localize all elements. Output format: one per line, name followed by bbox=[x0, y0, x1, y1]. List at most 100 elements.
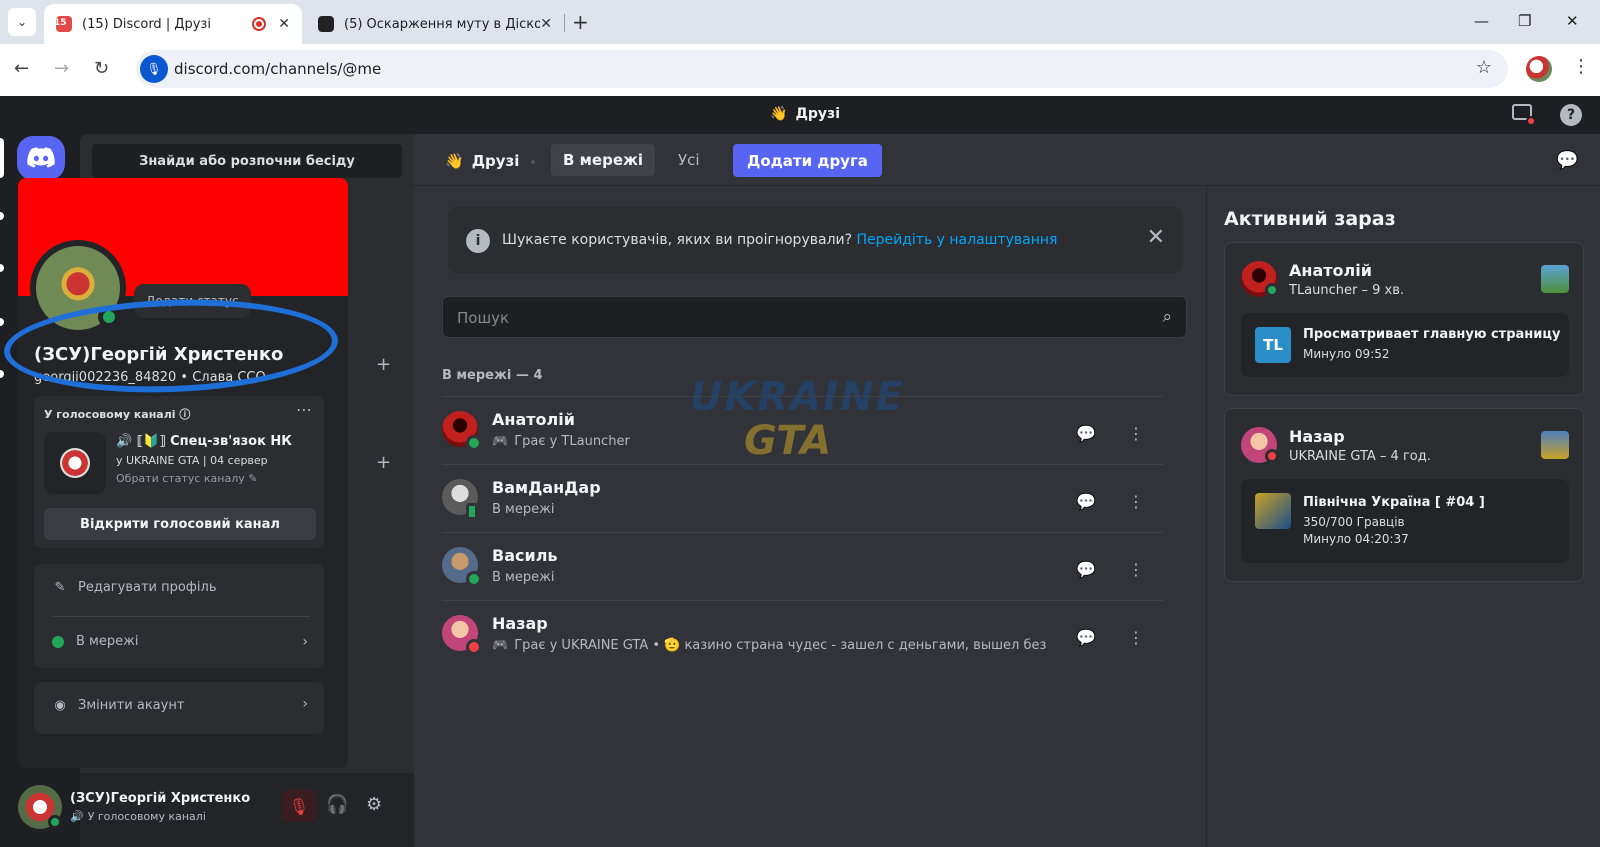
gamepad-icon: 🎮 bbox=[492, 638, 509, 653]
create-dm-plus-icon[interactable]: + bbox=[376, 452, 391, 473]
close-notice-icon[interactable]: ✕ bbox=[1147, 225, 1165, 250]
restore-icon[interactable]: ❐ bbox=[1518, 12, 1531, 30]
edit-profile-item[interactable]: ✎ Редагувати профіль bbox=[52, 580, 217, 595]
online-status-item[interactable]: В мережі bbox=[52, 634, 138, 649]
new-group-dm-icon[interactable]: 💬 bbox=[1556, 150, 1578, 171]
discord-title-bar: 👋 Друзі bbox=[0, 96, 1600, 134]
online-status-dot bbox=[466, 571, 482, 587]
channel-status-hint[interactable]: Обрати статус каналу ✎ bbox=[116, 472, 257, 485]
friend-name: Василь bbox=[492, 546, 558, 565]
forward-icon[interactable]: → bbox=[54, 58, 69, 79]
more-options-icon[interactable]: ⋮ bbox=[1118, 551, 1154, 587]
close-tab-icon[interactable]: ✕ bbox=[278, 16, 290, 32]
message-icon[interactable]: 💬 bbox=[1068, 415, 1104, 451]
find-conversation-button[interactable]: Знайди або розпочни бесіду bbox=[92, 144, 402, 178]
browser-toolbar: ← → ↻ 🎙 discord.com/channels/@me ☆ ⋮ bbox=[0, 44, 1600, 96]
minimize-icon[interactable]: — bbox=[1474, 12, 1489, 30]
browser-tab-bar: ⌄ 15 (15) Discord | Друзі ✕ (5) Оскаржен… bbox=[0, 0, 1600, 44]
online-status-dot bbox=[52, 635, 64, 648]
reload-icon[interactable]: ↻ bbox=[94, 58, 109, 79]
server-icon bbox=[44, 432, 106, 494]
message-icon[interactable]: 💬 bbox=[1068, 619, 1104, 655]
more-options-icon[interactable]: ⋮ bbox=[1118, 415, 1154, 451]
friend-activity: 🎮 Грає у TLauncher bbox=[492, 434, 630, 449]
switch-account-item[interactable]: ◉ Змінити акаунт bbox=[52, 698, 184, 713]
user-settings-gear-icon[interactable]: ⚙ bbox=[366, 794, 382, 815]
browser-profile-avatar[interactable] bbox=[1526, 56, 1552, 82]
bookmark-star-icon[interactable]: ☆ bbox=[1476, 57, 1492, 78]
add-friend-button[interactable]: Додати друга bbox=[733, 144, 882, 177]
settings-link[interactable]: Перейдіть у налаштування bbox=[857, 232, 1058, 248]
notice-text: Шукаєте користувачів, яких ви проігнорув… bbox=[502, 232, 1058, 248]
browser-menu-icon[interactable]: ⋮ bbox=[1572, 56, 1590, 77]
more-options-icon[interactable]: ⋮ bbox=[1118, 483, 1154, 519]
voice-card-heading: У голосовому каналі ⓘ bbox=[44, 408, 191, 421]
message-icon[interactable]: 💬 bbox=[1068, 483, 1104, 519]
activity-players: 350/700 Гравців bbox=[1303, 515, 1405, 529]
tlauncher-icon: TL bbox=[1255, 327, 1291, 363]
browser-tab-video[interactable]: (5) Оскарження муту в Діскорд ✕ bbox=[306, 4, 564, 44]
pencil-icon: ✎ bbox=[54, 580, 66, 595]
activity-detail-line: Просматривает главную страницу bbox=[1303, 327, 1561, 342]
friend-row[interactable]: ВамДанДар В мережі 💬 ⋮ bbox=[442, 464, 1164, 532]
game-icon bbox=[1541, 265, 1569, 293]
recording-indicator-icon bbox=[252, 17, 267, 31]
more-options-icon[interactable]: ⋯ bbox=[296, 400, 312, 419]
discord-favicon-icon: 15 bbox=[54, 16, 72, 32]
close-window-icon[interactable]: ✕ bbox=[1566, 12, 1579, 30]
tab-online[interactable]: В мережі bbox=[551, 144, 656, 176]
activity-detail: Північна Україна [ #04 ] 350/700 Гравців… bbox=[1241, 479, 1569, 563]
mobile-status-icon bbox=[466, 503, 478, 520]
search-placeholder: Пошук bbox=[457, 309, 510, 327]
tab-all[interactable]: Усі bbox=[666, 144, 712, 176]
user-panel-name[interactable]: (ЗСУ)Георгій Христенко bbox=[70, 791, 250, 806]
pencil-icon: ✎ bbox=[248, 472, 258, 485]
voice-channel-name: 🔊 ⟦🔰⟧ Спец-зв'язок НК bbox=[116, 434, 292, 449]
friend-row[interactable]: Василь В мережі 💬 ⋮ bbox=[442, 532, 1164, 600]
more-options-icon[interactable]: ⋮ bbox=[1118, 619, 1154, 655]
friend-name: ВамДанДар bbox=[492, 478, 601, 497]
url-text[interactable]: discord.com/channels/@me bbox=[174, 60, 381, 78]
info-icon: ⓘ bbox=[179, 408, 191, 421]
dnd-status-dot bbox=[1265, 449, 1279, 463]
help-icon[interactable]: ? bbox=[1560, 104, 1582, 126]
address-bar[interactable]: 🎙 discord.com/channels/@me ☆ bbox=[136, 50, 1508, 88]
activity-summary: UKRAINE GTA – 4 год. bbox=[1289, 449, 1431, 464]
online-status-dot bbox=[1265, 283, 1279, 297]
active-card[interactable]: Назар UKRAINE GTA – 4 год. Північна Укра… bbox=[1224, 408, 1584, 582]
activity-elapsed: Минуло 09:52 bbox=[1303, 347, 1390, 361]
online-status-dot bbox=[48, 815, 62, 829]
user-panel-status: 🔊 У голосовому каналі bbox=[70, 810, 206, 823]
screen-share-alert-dot bbox=[1526, 116, 1536, 126]
new-tab-icon[interactable]: + bbox=[572, 10, 589, 34]
info-icon: i bbox=[466, 229, 490, 253]
mute-mic-button[interactable]: 🎙 bbox=[282, 790, 316, 822]
add-status-bubble[interactable]: Додати статус bbox=[134, 284, 251, 318]
friend-name: Анатолій bbox=[492, 410, 575, 429]
activity-detail-line: Північна Україна [ #04 ] bbox=[1303, 495, 1485, 510]
online-status-dot bbox=[98, 306, 120, 328]
open-voice-channel-button[interactable]: Відкрити голосовий канал bbox=[44, 508, 316, 540]
activity-detail: TL Просматривает главную страницу Минуло… bbox=[1241, 313, 1569, 377]
tab-search-chevron-icon[interactable]: ⌄ bbox=[8, 8, 36, 36]
profile-display-name: (ЗСУ)Георгій Христенко bbox=[34, 344, 284, 365]
friend-activity: 🎮 Грає у UKRAINE GTA • 🫡 казино страна чу… bbox=[492, 638, 1047, 653]
online-count-heading: В мережі — 4 bbox=[442, 368, 543, 383]
headphones-icon[interactable]: 🎧 bbox=[326, 794, 348, 815]
discord-home-button[interactable] bbox=[17, 136, 65, 180]
create-dm-plus-icon[interactable]: + bbox=[376, 354, 391, 375]
online-status-dot bbox=[466, 435, 482, 451]
friends-title: 👋 Друзі bbox=[445, 152, 520, 170]
friend-row[interactable]: Анатолій 🎮 Грає у TLauncher 💬 ⋮ bbox=[442, 396, 1164, 464]
close-tab-icon[interactable]: ✕ bbox=[540, 16, 552, 32]
browser-tab-discord[interactable]: 15 (15) Discord | Друзі ✕ bbox=[44, 4, 302, 44]
search-icon: ⌕ bbox=[1162, 307, 1172, 327]
message-icon[interactable]: 💬 bbox=[1068, 551, 1104, 587]
microphone-icon[interactable]: 🎙 bbox=[140, 55, 168, 83]
friends-search-input[interactable]: Пошук ⌕ bbox=[442, 296, 1187, 338]
friends-icon: 👋 bbox=[770, 106, 788, 122]
friend-row[interactable]: Назар 🎮 Грає у UKRAINE GTA • 🫡 казино стр… bbox=[442, 600, 1164, 668]
friends-wave-icon: 👋 bbox=[445, 152, 464, 170]
back-icon[interactable]: ← bbox=[14, 58, 29, 79]
active-card[interactable]: Анатолій TLauncher – 9 хв. TL Просматрив… bbox=[1224, 242, 1584, 396]
